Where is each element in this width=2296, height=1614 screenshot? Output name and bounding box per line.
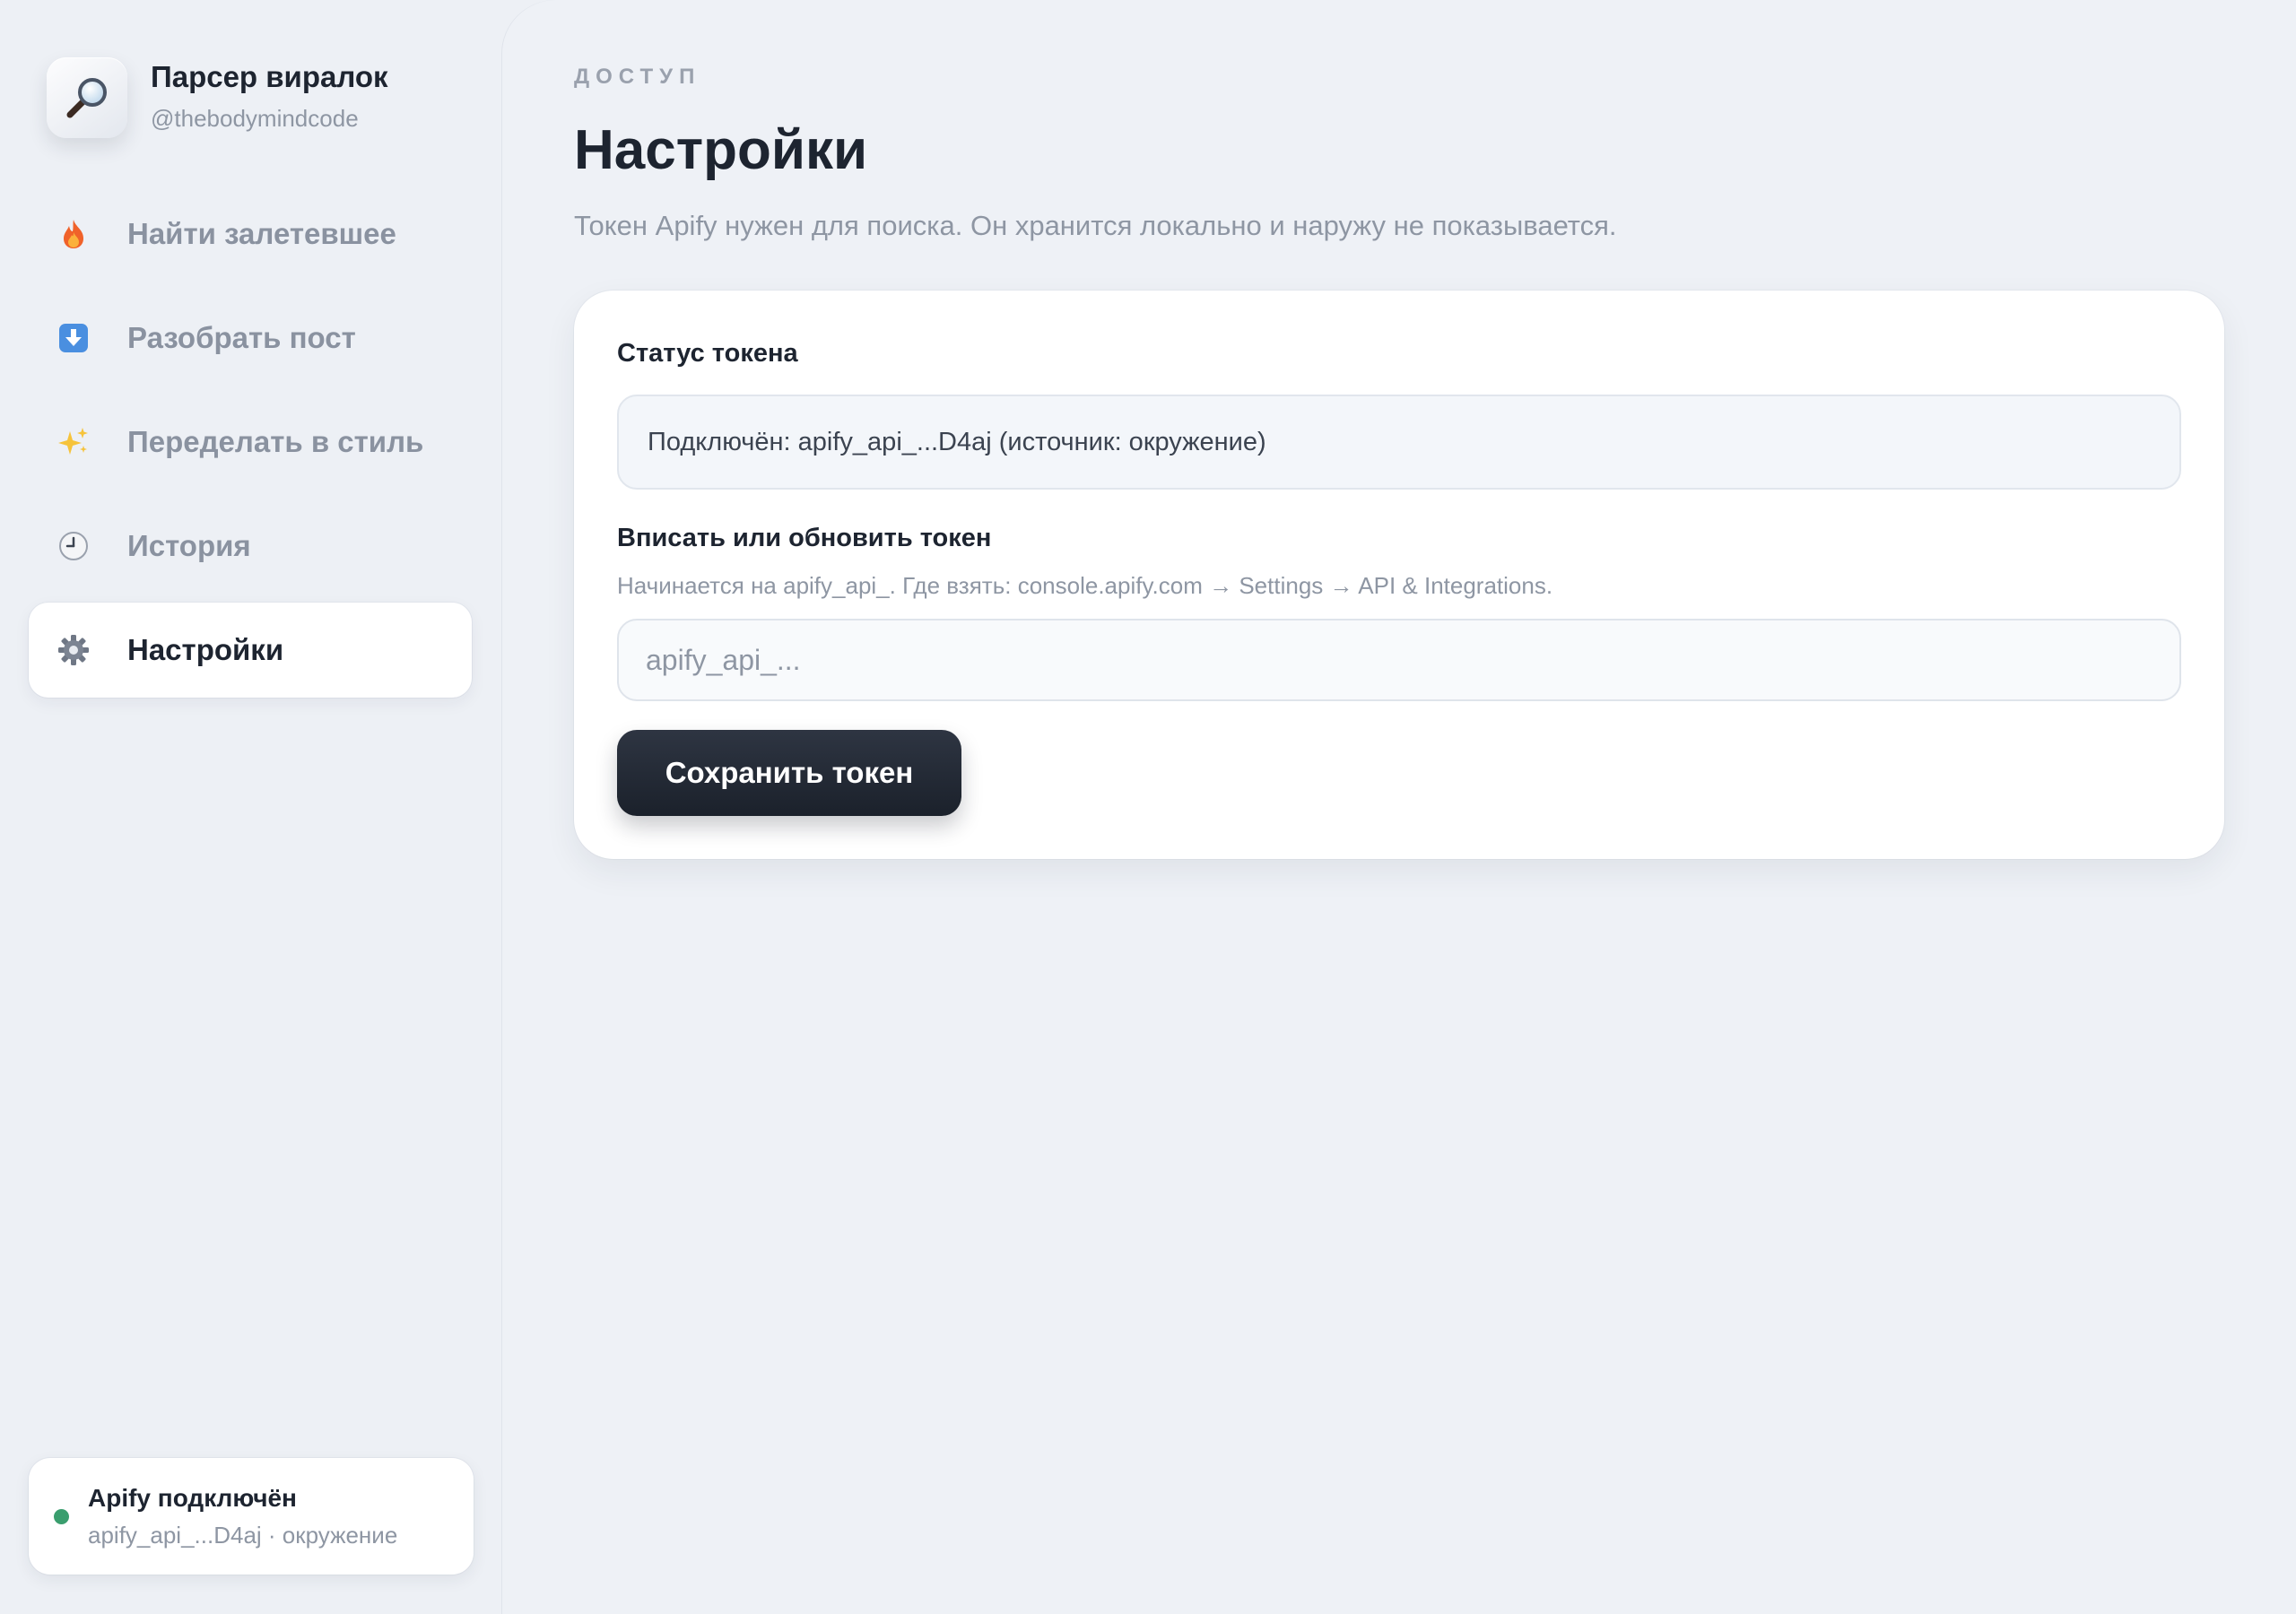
sidebar-item-settings[interactable]: Настройки (29, 603, 472, 698)
token-settings-card: Статус токена Подключён: apify_api_...D4… (574, 291, 2224, 859)
token-input[interactable] (617, 619, 2181, 701)
fire-icon (56, 216, 91, 252)
sidebar-item-label: История (127, 529, 251, 562)
sidebar-item-label: Разобрать пост (127, 321, 356, 354)
magnifier-icon (47, 57, 127, 138)
account-handle: @thebodymindcode (151, 105, 359, 132)
token-status-value: Подключён: apify_api_...D4aj (источник: … (617, 395, 2181, 490)
sidebar-item-parse-post[interactable]: Разобрать пост (29, 291, 472, 386)
sidebar-item-label: Настройки (127, 633, 284, 666)
sidebar-nav: Найти залетевшее Разобрать пост Передела… (29, 187, 472, 707)
gear-icon (56, 632, 91, 668)
status-subtitle: apify_api_...D4aj · окружение (88, 1522, 398, 1549)
token-status-label: Статус токена (617, 339, 798, 368)
sidebar-item-restyle[interactable]: Переделать в стиль (29, 395, 472, 490)
status-title: Apify подключён (88, 1484, 297, 1512)
save-token-button[interactable]: Сохранить токен (617, 730, 961, 816)
app-title: Парсер виралок (151, 60, 388, 93)
status-dot-icon (54, 1509, 69, 1524)
brand: Парсер виралок @thebodymindcode (47, 57, 388, 138)
apify-status-card: Apify подключён apify_api_...D4aj · окру… (29, 1458, 474, 1575)
main-content: ДОСТУП Настройки Токен Apify нужен для п… (502, 0, 2296, 1614)
sidebar-item-label: Найти залетевшее (127, 217, 396, 250)
token-hint: Начинается на apify_api_. Где взять: con… (617, 572, 1553, 599)
app-window: Парсер виралок @thebodymindcode Найти за… (0, 0, 2296, 1614)
clock-icon (56, 528, 91, 564)
token-input-label: Вписать или обновить токен (617, 524, 992, 552)
page-description: Токен Apify нужен для поиска. Он хранитс… (574, 210, 1617, 241)
sidebar-item-label: Переделать в стиль (127, 425, 424, 458)
section-eyebrow: ДОСТУП (574, 65, 701, 89)
sidebar: Парсер виралок @thebodymindcode Найти за… (0, 0, 502, 1614)
sidebar-item-history[interactable]: История (29, 499, 472, 594)
sparkles-icon (56, 424, 91, 460)
page-title: Настройки (574, 119, 868, 181)
download-icon (56, 320, 91, 356)
sidebar-item-find-viral[interactable]: Найти залетевшее (29, 187, 472, 282)
